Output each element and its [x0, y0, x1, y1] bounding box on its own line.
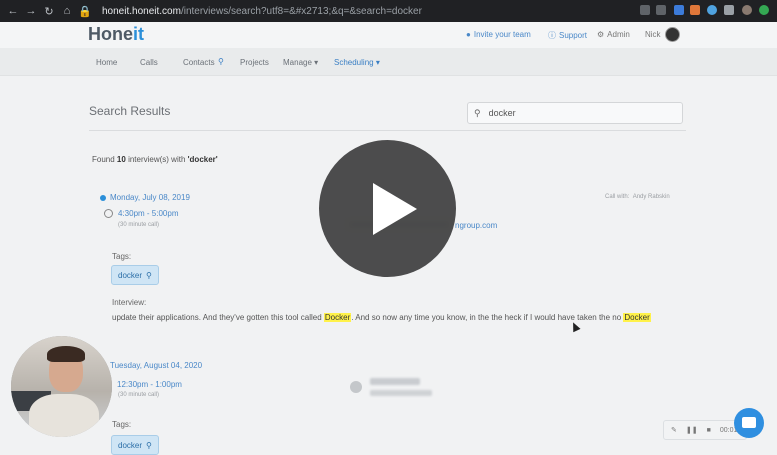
avatar[interactable]	[665, 27, 680, 42]
chat-icon	[742, 417, 756, 428]
pause-icon[interactable]: ❚❚	[686, 426, 698, 434]
reload-icon[interactable]: ↻	[42, 5, 56, 18]
tag-docker[interactable]: docker ⚲	[111, 265, 159, 285]
found-suffix: interview(s) with	[128, 155, 186, 164]
search-box[interactable]: ⚲	[467, 102, 683, 124]
app-logo[interactable]: Honeit	[88, 24, 144, 45]
call-duration: (30 minute call)	[118, 392, 160, 398]
help-icon: ⓘ	[548, 31, 556, 40]
call-with-name: Andy Rabskin	[632, 194, 670, 200]
logo-accent: it	[133, 24, 144, 44]
redacted-email	[370, 390, 432, 396]
person-icon	[350, 381, 362, 393]
found-term: 'docker'	[187, 155, 218, 164]
support-link[interactable]: ⓘ Support	[548, 30, 587, 41]
nav-home[interactable]: Home	[96, 58, 117, 67]
admin-link[interactable]: ⚙ Admin	[597, 30, 630, 39]
transcript-part: . And so now any time you know, in the t…	[351, 313, 624, 322]
interview-label: Interview:	[112, 298, 147, 307]
result-date[interactable]: Monday, July 08, 2019	[100, 193, 190, 202]
call-time[interactable]: 4:30pm - 5:00pm	[104, 209, 178, 218]
lock-icon: 🔒	[78, 5, 92, 18]
support-label: Support	[559, 31, 588, 40]
pen-icon[interactable]: ✎	[671, 426, 677, 434]
play-icon	[373, 183, 417, 235]
call-time[interactable]: 12:30pm - 1:00pm	[117, 380, 182, 389]
result-date-label: Monday, July 08, 2019	[110, 193, 190, 202]
result-count: Found 10 interview(s) with 'docker'	[92, 155, 218, 164]
extension-icon[interactable]	[707, 5, 717, 15]
search-icon: ⚲	[474, 107, 481, 118]
nav-projects[interactable]: Projects	[240, 58, 269, 67]
nav-manage-label: Manage	[283, 58, 312, 67]
transcript-part: update their applications. And they've g…	[112, 313, 324, 322]
search-icon[interactable]: ⚲	[218, 57, 224, 66]
tag-label: docker	[118, 440, 143, 450]
nav-scheduling-label: Scheduling	[334, 58, 374, 67]
page-title: Search Results	[89, 104, 171, 118]
tag-label: docker	[118, 270, 143, 280]
found-prefix: Found	[92, 155, 115, 164]
webcam-shirt	[29, 394, 99, 437]
call-with-label: Call with:	[605, 194, 630, 200]
admin-label: Admin	[607, 30, 630, 39]
call-with: Call with: Andy Rabskin	[605, 194, 670, 200]
chevron-down-icon: ▾	[314, 58, 319, 67]
status-dot	[100, 194, 106, 201]
star-icon[interactable]	[656, 5, 666, 15]
profile-icon[interactable]	[742, 5, 752, 15]
tags-label: Tags:	[112, 252, 132, 261]
result-date[interactable]: Tuesday, August 04, 2020	[110, 361, 202, 370]
redacted-name	[370, 378, 420, 385]
search-icon: ⚲	[146, 270, 152, 280]
invite-team-label: Invite your team	[473, 30, 531, 39]
nav-manage[interactable]: Manage ▾	[283, 58, 318, 67]
user-menu[interactable]: Nick	[645, 30, 661, 39]
chevron-down-icon: ▾	[375, 58, 380, 67]
nav-contacts[interactable]: Contacts	[183, 58, 215, 67]
tag-docker[interactable]: docker ⚲	[111, 435, 159, 455]
call-time-label: 4:30pm - 5:00pm	[118, 209, 179, 218]
logo-main: Hone	[88, 24, 133, 44]
call-duration: (30 minute call)	[118, 222, 160, 228]
webcam-hair	[47, 346, 85, 362]
home-icon[interactable]: ⌂	[60, 5, 74, 17]
url-host: honeit.honeit.com	[102, 5, 181, 17]
search-input[interactable]	[486, 107, 671, 119]
tags-label: Tags:	[112, 420, 132, 429]
transcript-snippet: update their applications. And they've g…	[112, 313, 692, 322]
users-icon: ●	[466, 30, 471, 39]
nav-scheduling[interactable]: Scheduling ▾	[334, 58, 380, 67]
search-highlight: Docker	[623, 313, 651, 322]
found-count: 10	[116, 155, 126, 164]
puzzle-icon[interactable]	[724, 5, 734, 15]
update-icon[interactable]	[759, 5, 769, 15]
webcam-bubble	[11, 336, 112, 437]
search-icon: ⚲	[146, 440, 152, 450]
invite-team-link[interactable]: ● Invite your team	[466, 30, 531, 39]
user-name: Nick	[645, 30, 661, 39]
gear-icon: ⚙	[597, 30, 605, 39]
search-highlight: Docker	[323, 313, 352, 322]
nav-calls[interactable]: Calls	[140, 58, 158, 67]
extension-icon[interactable]	[674, 5, 684, 15]
mouse-cursor	[569, 320, 581, 333]
clock-icon	[104, 209, 113, 218]
divider	[89, 130, 686, 131]
contact-email[interactable]: ngroup.com	[455, 221, 497, 230]
address-bar[interactable]: honeit.honeit.com/interviews/search?utf8…	[102, 6, 422, 17]
stop-icon[interactable]: ■	[707, 427, 711, 434]
back-icon[interactable]: ←	[6, 5, 20, 17]
forward-icon[interactable]: →	[24, 5, 38, 17]
url-path: /interviews/search?utf8=&#x2713;&q=&sear…	[180, 5, 422, 17]
camera-icon[interactable]	[640, 5, 650, 15]
extension-icon[interactable]	[690, 5, 700, 15]
